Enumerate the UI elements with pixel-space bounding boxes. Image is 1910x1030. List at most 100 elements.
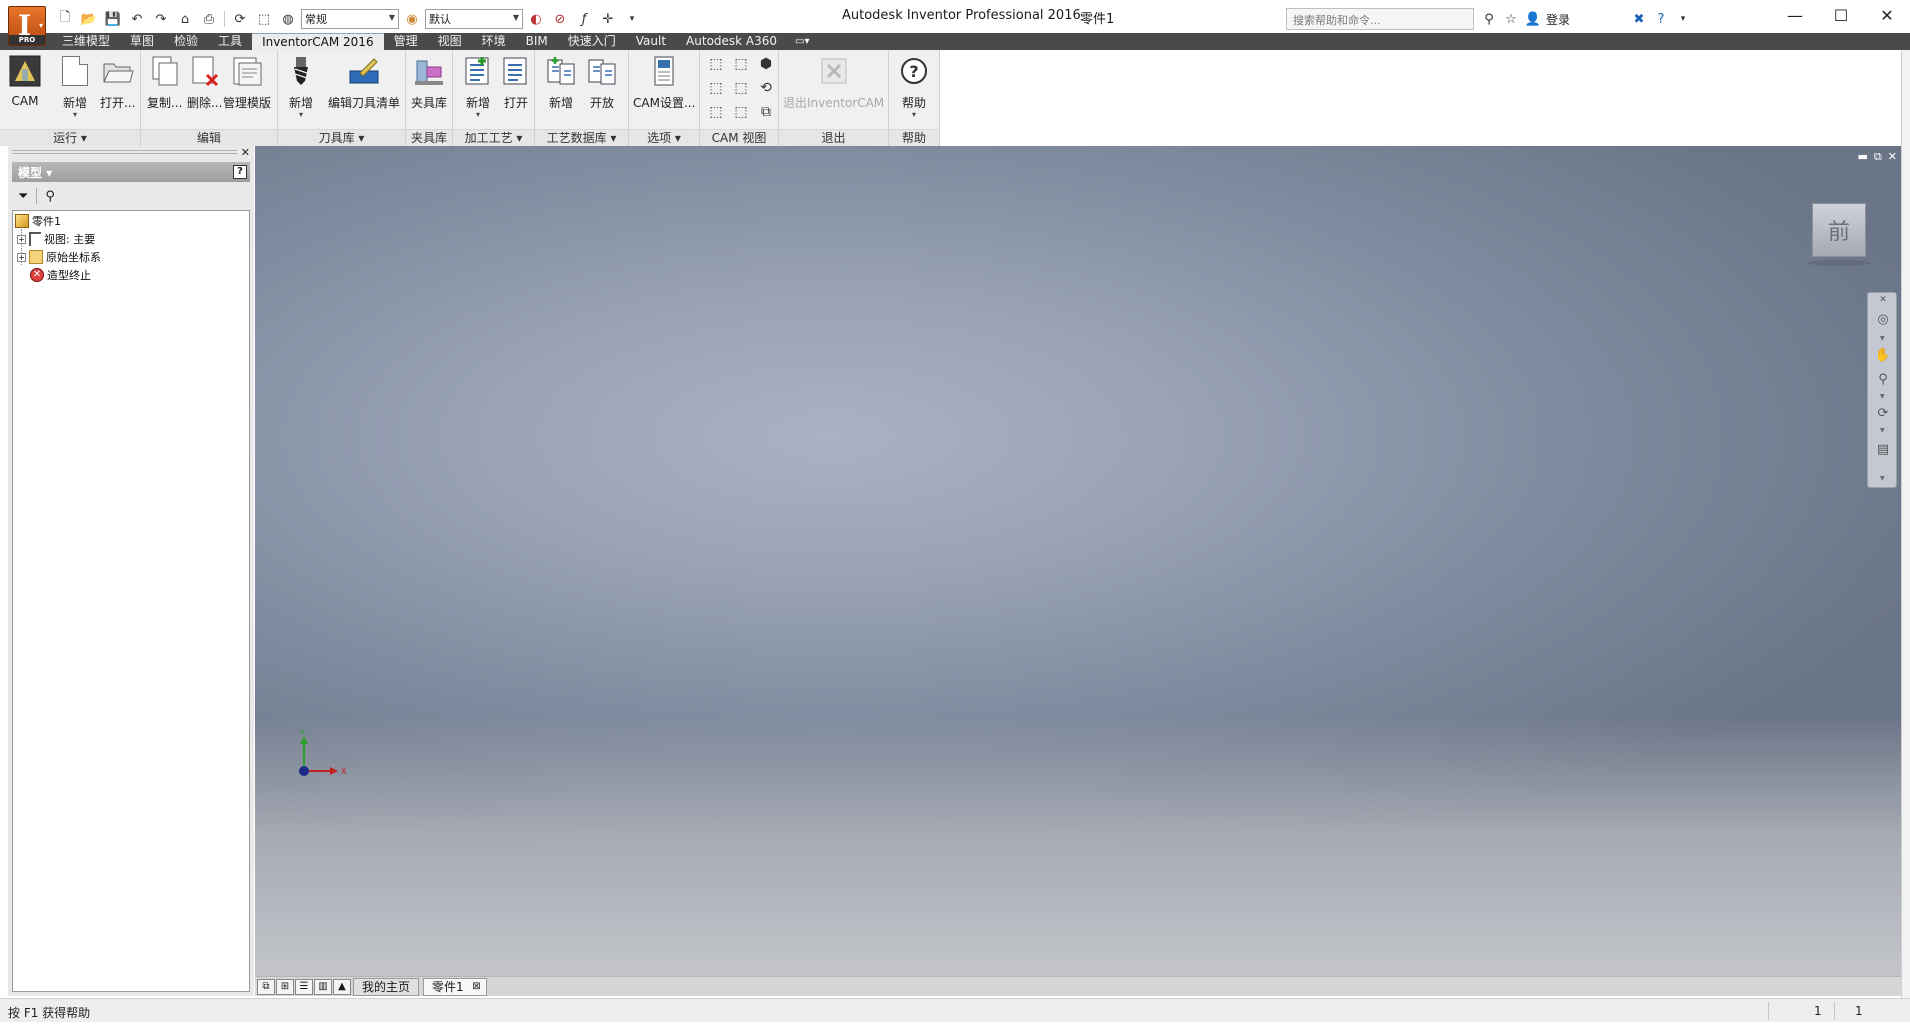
tile-windows-icon[interactable]: ⊞ [276, 979, 294, 995]
exchange-apps-icon[interactable]: ✖ [1630, 12, 1648, 27]
group-label-process-database[interactable]: 工艺数据库 ▾ [535, 129, 628, 146]
new-process-db-button[interactable]: 新增 [544, 54, 578, 111]
exit-inventorcam-button[interactable]: 退出InventorCAM [783, 54, 884, 111]
save-icon[interactable]: 💾 [102, 9, 124, 29]
open-cam-part-button[interactable]: 打开... [100, 54, 135, 111]
tile-vertical-icon[interactable]: ▥ [314, 979, 332, 995]
new-file-icon[interactable]: 🗋 [54, 9, 76, 29]
delete-button[interactable]: 删除... [187, 54, 222, 111]
group-label-run[interactable]: 运行 ▾ [0, 129, 140, 146]
group-label-options[interactable]: 选项 ▾ [629, 129, 699, 146]
group-label-process[interactable]: 加工工艺 ▾ [453, 129, 534, 146]
maximize-button[interactable]: ☐ [1818, 0, 1864, 30]
view-top-icon[interactable]: ⬚ [706, 102, 726, 122]
manage-templates-button[interactable]: 管理模版 [223, 54, 271, 111]
restore-icon[interactable]: ⧉ [1874, 150, 1882, 164]
sign-in-link[interactable]: 登录 [1546, 11, 1626, 28]
tab-my-home[interactable]: 我的主页 [353, 978, 420, 996]
look-at-icon[interactable]: ▤ [1874, 441, 1892, 459]
view-shaded-icon[interactable]: ⬢ [756, 54, 776, 74]
color-override-icon[interactable]: ◍ [277, 9, 299, 29]
tab-sketch[interactable]: 草图 [120, 33, 164, 50]
adjust-icon[interactable]: ◐ [525, 9, 547, 29]
chevron-down-icon[interactable]: ▼ [1880, 475, 1885, 482]
chevron-up-icon[interactable]: ▲ [333, 979, 351, 995]
close-icon[interactable]: ✕ [1888, 150, 1897, 164]
close-icon[interactable]: ✕ [241, 146, 250, 159]
new-process-button[interactable]: 新增 ▾ [461, 54, 495, 119]
view-bottom-icon[interactable]: ⬚ [731, 102, 751, 122]
view-rotate-icon[interactable]: ⟲ [756, 78, 776, 98]
steering-wheel-icon[interactable]: ◎ [1874, 311, 1892, 329]
browser-title[interactable]: 模型 ▾ [18, 164, 52, 181]
close-tab-icon[interactable]: ⊠ [472, 979, 480, 995]
tab-part1[interactable]: 零件1 ⊠ [423, 978, 487, 996]
help-search-input[interactable]: 搜索帮助和命令... [1286, 8, 1474, 30]
expand-icon[interactable]: + [17, 252, 26, 262]
open-folder-icon[interactable]: 📂 [78, 9, 100, 29]
application-menu-button[interactable]: I ▾ PRO [8, 6, 46, 46]
binoculars-icon[interactable]: ⚲ [1480, 12, 1498, 27]
tab-tools[interactable]: 工具 [208, 33, 252, 50]
open-process-db-button[interactable]: 开放 [585, 54, 619, 111]
graphics-viewport[interactable]: ▬ ⧉ ✕ 前 ✕ ◎ ▼ ✋ ⚲ ▼ ⟳ ▼ ▤ ▼ Y X [255, 146, 1901, 976]
redo-icon[interactable]: ↷ [150, 9, 172, 29]
select-icon[interactable]: ⬚ [253, 9, 275, 29]
view-section-icon[interactable]: ⧉ [756, 102, 776, 122]
help-icon[interactable]: ? [233, 165, 247, 179]
cam-button[interactable]: CAM [8, 54, 42, 108]
help-button[interactable]: ? 帮助 ▾ [897, 54, 931, 119]
orbit-icon[interactable]: ⟳ [1874, 405, 1892, 423]
expand-icon[interactable]: + [17, 234, 26, 244]
chevron-down-icon[interactable]: ▼ [1880, 335, 1885, 342]
minimize-button[interactable]: — [1772, 0, 1818, 30]
tab-manage[interactable]: 管理 [384, 33, 428, 50]
zoom-icon[interactable]: ⚲ [1874, 371, 1892, 389]
undo-icon[interactable]: ↶ [126, 9, 148, 29]
new-tool-button[interactable]: 新增 ▾ [284, 54, 318, 119]
edit-tool-list-button[interactable]: 编辑刀具清单 [328, 54, 400, 111]
tree-node-end-of-part[interactable]: ✕ 造型终止 [30, 266, 91, 284]
pan-icon[interactable]: ✋ [1874, 347, 1892, 365]
filter-icon[interactable]: ⏷ [18, 189, 28, 204]
measure-icon[interactable]: ✛ [597, 9, 619, 29]
new-cam-part-button[interactable]: 新增 ▾ [58, 54, 92, 119]
tree-node-origin[interactable]: + 原始坐标系 [17, 248, 101, 266]
group-label-tool-library[interactable]: 刀具库 ▾ [278, 129, 405, 146]
tab-get-started[interactable]: 快速入门 [558, 33, 626, 50]
chevron-down-icon[interactable]: ▼ [1880, 393, 1885, 400]
close-icon[interactable]: ✕ [1874, 291, 1892, 309]
tree-node-view[interactable]: + 视图: 主要 [17, 230, 95, 248]
tab-vault[interactable]: Vault [626, 33, 676, 50]
chevron-down-icon[interactable]: ▼ [1880, 427, 1885, 434]
user-icon[interactable]: 👤 [1524, 12, 1542, 27]
close-button[interactable]: ✕ [1864, 0, 1910, 30]
fx-parameters-icon[interactable]: ƒ [573, 9, 595, 29]
view-back-icon[interactable]: ⬚ [731, 54, 751, 74]
tab-bim[interactable]: BIM [516, 33, 558, 50]
tab-a360[interactable]: Autodesk A360 [676, 33, 787, 50]
tile-horizontal-icon[interactable]: ☰ [295, 979, 313, 995]
cascade-windows-icon[interactable]: ⧉ [257, 979, 275, 995]
tab-view[interactable]: 视图 [428, 33, 472, 50]
ribbon-display-options-icon[interactable]: ▭▾ [787, 33, 817, 50]
fixture-library-button[interactable]: 夹具库 [411, 54, 447, 111]
tab-environment[interactable]: 环境 [472, 33, 516, 50]
print-icon[interactable]: ⎙ [198, 9, 220, 29]
update-icon[interactable]: ⟳ [229, 9, 251, 29]
home-icon[interactable]: ⌂ [174, 9, 196, 29]
binoculars-icon[interactable]: ⚲ [45, 189, 55, 204]
customize-qat-icon[interactable]: ▾ [621, 9, 643, 29]
view-front-icon[interactable]: ⬚ [706, 54, 726, 74]
cam-settings-button[interactable]: CAM设置... [633, 54, 695, 111]
open-process-button[interactable]: 打开 [499, 54, 533, 111]
view-left-icon[interactable]: ⬚ [706, 78, 726, 98]
color-wheel-icon[interactable]: ◉ [401, 9, 423, 29]
clear-icon[interactable]: ⊘ [549, 9, 571, 29]
tab-inventorcam[interactable]: InventorCAM 2016 [252, 33, 384, 50]
minimize-icon[interactable]: ▬ [1858, 150, 1868, 164]
appearance-dropdown[interactable]: 常规 ▼ [301, 9, 399, 29]
browser-grip[interactable] [8, 146, 254, 160]
viewcube[interactable]: 前 [1812, 203, 1866, 257]
tab-3d-model[interactable]: 三维模型 [52, 33, 120, 50]
